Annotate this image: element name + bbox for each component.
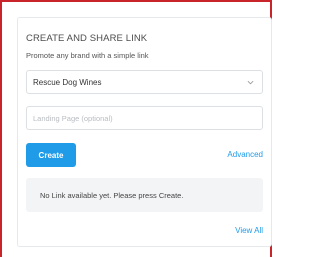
window-frame: CREATE AND SHARE LINK Promote any brand …	[0, 0, 272, 257]
view-all-link[interactable]: View All	[235, 226, 263, 235]
empty-state-message: No Link available yet. Please press Crea…	[40, 190, 184, 200]
panel-subtitle: Promote any brand with a simple link	[26, 51, 149, 60]
create-link-panel: CREATE AND SHARE LINK Promote any brand …	[17, 17, 272, 247]
empty-state: No Link available yet. Please press Crea…	[26, 178, 263, 212]
brand-select[interactable]: Rescue Dog Wines	[26, 70, 263, 94]
chevron-down-icon	[247, 80, 254, 85]
create-button[interactable]: Create	[26, 143, 76, 167]
panel-title: CREATE AND SHARE LINK	[26, 33, 148, 44]
advanced-link[interactable]: Advanced	[227, 150, 263, 159]
brand-select-value: Rescue Dog Wines	[33, 77, 102, 87]
landing-page-input[interactable]	[26, 106, 263, 130]
